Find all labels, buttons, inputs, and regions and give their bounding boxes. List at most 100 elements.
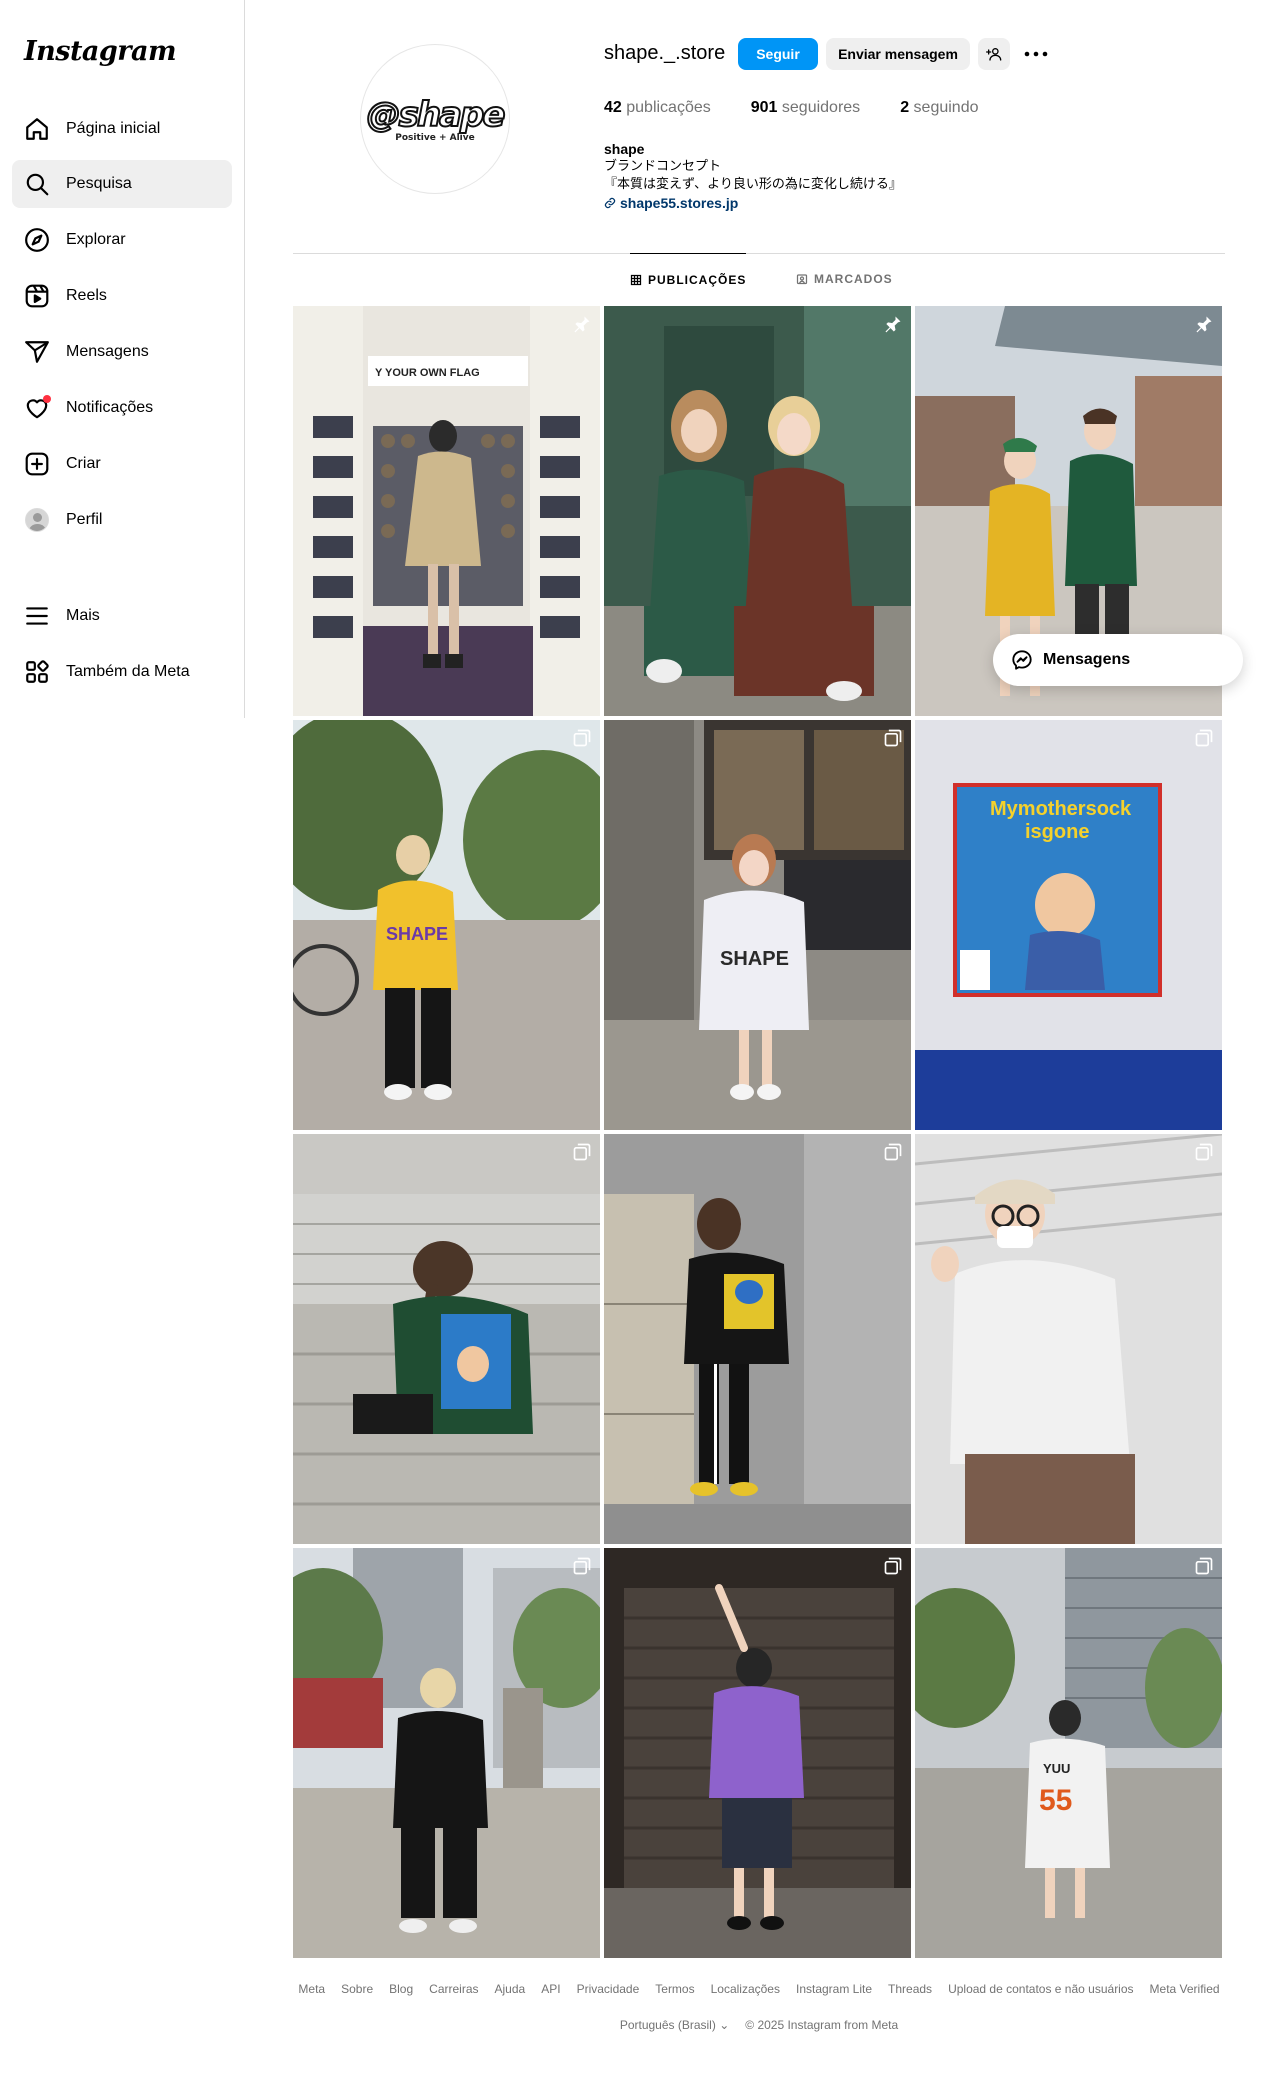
suggested-accounts-button[interactable] — [978, 38, 1010, 70]
heart-icon — [24, 395, 51, 421]
profile-bio: shape ブランドコンセプト 『本質は変えず、より良い形の為に変化し続ける』 … — [604, 140, 902, 212]
footer-link[interactable]: Meta Verified — [1150, 1982, 1220, 1996]
reels-icon — [24, 283, 50, 309]
post-tile[interactable] — [293, 1134, 600, 1544]
pin-icon — [885, 316, 901, 333]
profile-pic-logo: @shape — [366, 94, 507, 136]
post-image — [293, 1134, 600, 1544]
add-person-icon — [986, 48, 1002, 61]
nav-item-more[interactable]: Mais — [12, 592, 232, 640]
posts-count: 42 publicações — [604, 99, 711, 116]
carousel-icon — [884, 1143, 902, 1161]
nav-label: Página inicial — [66, 120, 161, 137]
messenger-icon — [1012, 650, 1032, 670]
carousel-icon — [1195, 1557, 1213, 1575]
followers-count[interactable]: 901 seguidores — [751, 99, 860, 117]
nav-item-explore[interactable]: Explorar — [12, 216, 232, 264]
language-selector[interactable]: Português (Brasil) ⌄ — [620, 2018, 729, 2032]
nav-label: Mais — [66, 607, 100, 624]
post-tile[interactable]: YUU 55 — [915, 1548, 1222, 1958]
nav-item-notifications[interactable]: Notificações — [12, 384, 232, 432]
post-image: SHAPE — [604, 720, 911, 1130]
instagram-logo[interactable]: Instagram — [24, 36, 177, 67]
footer-links: Meta Sobre Blog Carreiras Ajuda API Priv… — [293, 1982, 1225, 1996]
post-tile[interactable] — [604, 306, 911, 716]
chevron-down-icon: ⌄ — [719, 2018, 730, 2032]
nav-item-create[interactable]: Criar — [12, 440, 232, 488]
bio-line: 『本質は変えず、より良い形の為に変化し続ける』 — [604, 177, 902, 192]
post-image — [604, 1548, 911, 1958]
footer-link[interactable]: Upload de contatos e não usuários — [948, 1982, 1133, 1996]
carousel-icon — [1195, 729, 1213, 747]
avatar — [25, 508, 49, 532]
post-image: YUU 55 — [915, 1548, 1222, 1958]
footer-link[interactable]: Privacidade — [577, 1982, 640, 1996]
post-image: Y YOUR OWN FLAG — [293, 306, 600, 716]
nav-item-profile[interactable]: Perfil — [12, 496, 232, 544]
profile-divider — [293, 253, 1225, 254]
post-tile[interactable]: Mymothersock isgone — [915, 720, 1222, 1130]
post-tile[interactable]: Y YOUR OWN FLAG — [293, 306, 600, 716]
footer-link[interactable]: Instagram Lite — [796, 1982, 872, 1996]
copyright: © 2025 Instagram from Meta — [745, 2018, 899, 2032]
post-tile[interactable]: SHAPE — [604, 720, 911, 1130]
pin-icon — [574, 316, 590, 333]
bio-line: ブランドコンセプト — [604, 159, 722, 174]
bio-link[interactable]: shape55.stores.jp — [604, 194, 902, 212]
footer-link[interactable]: Threads — [888, 1982, 932, 1996]
sidebar: Instagram Página inicial Pesquisa Explor… — [0, 0, 245, 718]
footer-link[interactable]: Ajuda — [495, 1982, 526, 1996]
send-message-button[interactable]: Enviar mensagem — [826, 38, 970, 70]
compass-icon — [24, 227, 50, 253]
nav-item-reels[interactable]: Reels — [12, 272, 232, 320]
svg-text:SHAPE: SHAPE — [386, 924, 448, 944]
post-tile[interactable] — [604, 1548, 911, 1958]
tagged-icon — [796, 274, 808, 285]
nav-label: Mensagens — [66, 343, 149, 360]
tab-tagged[interactable]: MARCADOS — [796, 253, 893, 305]
avatar-icon — [24, 507, 50, 533]
footer-link[interactable]: Termos — [655, 1982, 694, 1996]
nav-item-search[interactable]: Pesquisa — [12, 160, 232, 208]
messages-floating-button[interactable]: Mensagens — [993, 634, 1243, 686]
footer-link[interactable]: Localizações — [711, 1982, 780, 1996]
footer-link[interactable]: Blog — [389, 1982, 413, 1996]
carousel-icon — [884, 1557, 902, 1575]
profile-picture[interactable]: @shape Positive + Alive — [360, 44, 510, 194]
link-icon — [604, 197, 616, 209]
plus-square-icon — [24, 451, 50, 477]
carousel-icon — [573, 729, 591, 747]
footer-link[interactable]: API — [541, 1982, 560, 1996]
svg-text:Mymothersock: Mymothersock — [990, 798, 1132, 820]
svg-text:YUU: YUU — [1043, 1761, 1070, 1776]
tab-posts[interactable]: PUBLICAÇÕES — [630, 253, 747, 305]
post-tile[interactable]: SHAPE — [293, 720, 600, 1130]
footer-link[interactable]: Meta — [298, 1982, 325, 1996]
post-tile[interactable] — [604, 1134, 911, 1544]
profile-username: shape._.store — [604, 42, 726, 64]
send-icon — [24, 339, 50, 365]
footer-link[interactable]: Carreiras — [429, 1982, 478, 1996]
nav-item-home[interactable]: Página inicial — [12, 105, 232, 153]
svg-text:55: 55 — [1039, 1784, 1072, 1817]
grid-icon — [630, 274, 642, 285]
post-tile[interactable] — [915, 1134, 1222, 1544]
nav-label: Pesquisa — [66, 175, 132, 192]
nav-item-meta[interactable]: Também da Meta — [12, 648, 232, 696]
nav-label: Perfil — [66, 511, 103, 528]
carousel-icon — [573, 1143, 591, 1161]
profile-stats: 42 publicações 901 seguidores 2 seguindo — [604, 99, 979, 117]
footer-link[interactable]: Sobre — [341, 1982, 373, 1996]
post-image — [293, 1548, 600, 1958]
post-image: Mymothersock isgone — [915, 720, 1222, 1130]
post-tile[interactable] — [293, 1548, 600, 1958]
following-count[interactable]: 2 seguindo — [900, 99, 978, 117]
carousel-icon — [573, 1557, 591, 1575]
follow-button[interactable]: Seguir — [738, 38, 818, 70]
nav-label: Também da Meta — [66, 663, 190, 680]
svg-text:SHAPE: SHAPE — [720, 948, 789, 970]
post-image: SHAPE — [293, 720, 600, 1130]
more-options-button[interactable] — [1022, 42, 1050, 66]
nav-item-messages[interactable]: Mensagens — [12, 328, 232, 376]
home-icon — [24, 116, 50, 142]
